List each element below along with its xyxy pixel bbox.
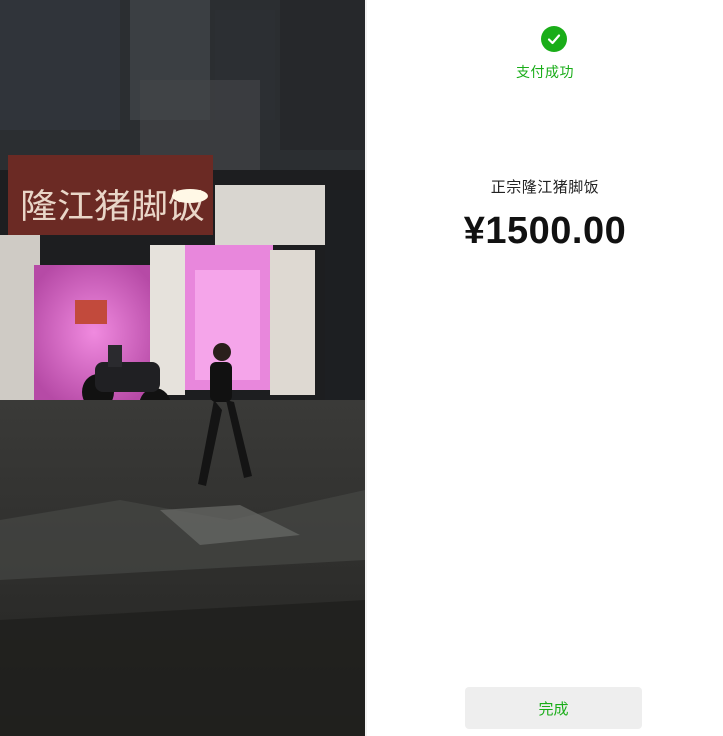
payment-status: 支付成功 (516, 65, 574, 81)
night-street-scene: 隆江猪脚饭 (0, 0, 365, 736)
checkmark-icon (541, 26, 567, 52)
merchant-name: 正宗隆江猪脚饭 (490, 178, 600, 196)
street-photo: 隆江猪脚饭 (0, 0, 365, 736)
payment-amount: ¥1500.00 (463, 210, 627, 252)
payment-result-panel: 支付成功 正宗隆江猪脚饭 ¥1500.00 完成 (367, 0, 723, 736)
done-button[interactable]: 完成 (465, 687, 642, 729)
